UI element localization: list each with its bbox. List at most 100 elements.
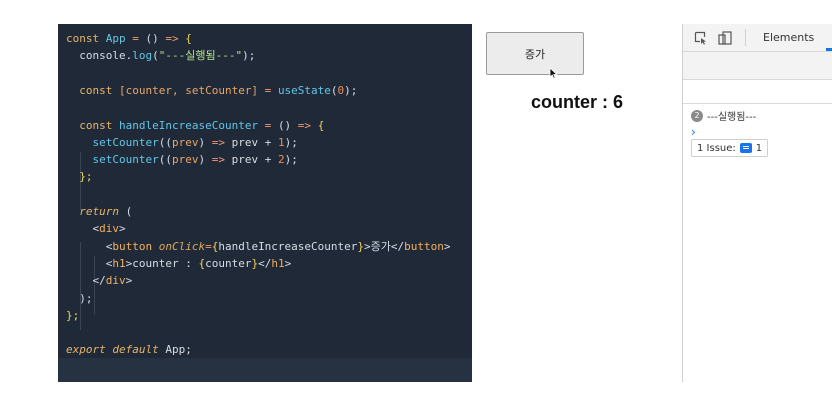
code-token: () — [145, 32, 159, 45]
code-token: button — [112, 239, 159, 253]
console-prompt-icon[interactable]: › — [691, 125, 696, 139]
screen-recording-frame: const App = () => { console.log("---실행됨-… — [58, 24, 832, 382]
code-token: ( — [330, 83, 338, 97]
mouse-cursor-icon — [549, 66, 558, 84]
code-token: { — [317, 118, 325, 132]
code-token: App — [165, 343, 186, 357]
code-token: > — [119, 222, 126, 236]
code-token: const — [66, 118, 119, 132]
code-token: > — [284, 256, 292, 270]
code-token: ); — [242, 49, 256, 63]
code-token: button — [404, 239, 444, 253]
issues-count: 1 — [755, 142, 763, 154]
code-editor[interactable]: const App = () => { console.log("---실행됨-… — [58, 24, 472, 382]
code-token: prev — [171, 135, 199, 149]
code-token: < — [66, 256, 113, 270]
code-line: export default App; — [66, 342, 192, 357]
code-line: </div> — [66, 273, 132, 288]
tab-elements[interactable]: Elements — [763, 31, 814, 44]
code-token: 1 — [277, 135, 285, 149]
code-token: prev + — [231, 153, 278, 167]
code-token: prev — [171, 153, 199, 167]
code-line: setCounter((prev) => prev + 2); — [66, 152, 298, 167]
browser-viewport: 증가 counter : 6 — [472, 24, 682, 382]
code-token: const — [66, 83, 119, 97]
inspect-element-icon[interactable] — [693, 30, 709, 46]
code-token: App — [105, 32, 126, 45]
code-line: return ( — [66, 204, 132, 219]
console-toolbar: top ▼ — [683, 52, 832, 102]
code-token: = — [258, 83, 278, 97]
devtools-tab-bar: Elements — [683, 24, 832, 52]
code-token: ); — [66, 291, 93, 305]
issues-button[interactable]: 1 Issue: 1 — [691, 139, 769, 157]
code-token: => — [205, 135, 232, 149]
toolbar-divider — [745, 29, 746, 46]
code-token: ; — [185, 343, 192, 357]
code-token: = — [125, 32, 146, 45]
code-token: (( — [158, 153, 172, 167]
code-token: useState — [277, 83, 331, 97]
code-token: handleIncreaseCounter — [218, 239, 358, 253]
editor-bottom-strip — [58, 358, 472, 382]
message-icon — [739, 143, 752, 153]
code-token: ); — [344, 83, 358, 97]
code-token: console — [66, 49, 126, 63]
code-token: < — [66, 222, 100, 236]
code-token: }; — [66, 308, 80, 322]
code-token: ); — [284, 135, 298, 149]
code-token: = — [258, 118, 278, 132]
code-line: <button onClick={handleIncreaseCounter}>… — [66, 239, 451, 254]
code-line: const handleIncreaseCounter = () => { — [66, 118, 324, 133]
code-token: h1 — [271, 256, 285, 270]
issues-bar: 1 Issue: 1 — [683, 80, 832, 157]
code-token: div — [99, 222, 119, 236]
code-line: setCounter((prev) => prev + 1); — [66, 135, 298, 150]
code-token: handleIncreaseCounter — [118, 118, 259, 132]
log-message: ---실행됨--- — [707, 112, 757, 123]
code-token: log — [132, 49, 153, 63]
issues-label: 1 Issue: — [697, 142, 736, 154]
code-token: >증가</ — [364, 239, 405, 253]
code-token: export default — [66, 343, 166, 357]
console-log-entry: 2 ---실행됨--- — [691, 108, 756, 123]
code-token: </ — [66, 274, 106, 288]
code-token: = — [205, 239, 212, 253]
code-token: counter — [205, 256, 252, 270]
device-toolbar-icon[interactable] — [717, 30, 733, 46]
code-token: h1 — [112, 256, 126, 270]
code-token: prev + — [231, 135, 278, 149]
code-line: }; — [66, 308, 79, 323]
code-token: setCounter — [66, 135, 159, 149]
code-token: => — [158, 32, 186, 45]
code-token: }; — [66, 170, 93, 184]
code-line: const [counter, setCounter] = useState(0… — [66, 83, 357, 98]
code-line: <div> — [66, 221, 126, 236]
code-line: }; — [66, 169, 93, 184]
increase-button[interactable]: 증가 — [486, 32, 584, 75]
code-line: const App = () => { — [66, 31, 192, 46]
code-token: div — [105, 274, 126, 288]
repeat-count-badge: 2 — [691, 109, 703, 122]
code-token: "---실행됨---" — [158, 49, 243, 63]
code-token: onClick — [158, 239, 206, 253]
code-line: <h1>counter : {counter}</h1> — [66, 256, 291, 271]
code-token: </ — [258, 256, 272, 270]
code-token: > — [443, 239, 451, 253]
code-line: console.log("---실행됨---"); — [66, 48, 255, 63]
code-token: const — [66, 32, 106, 45]
counter-heading: counter : 6 — [530, 92, 623, 112]
active-tab-indicator — [826, 48, 832, 51]
code-token: ); — [284, 153, 298, 167]
code-token: setCounter — [66, 153, 159, 167]
code-token: [counter, setCounter] — [118, 83, 259, 97]
code-token: ( — [152, 49, 159, 63]
code-token: > — [125, 274, 133, 288]
code-line: ); — [66, 291, 93, 306]
code-token: ( — [125, 205, 133, 218]
code-token: (( — [158, 135, 172, 149]
code-token: >counter : — [125, 256, 199, 270]
code-token: 2 — [277, 153, 285, 167]
code-token: { — [185, 32, 192, 45]
devtools-panel: Elements top ▼ — [682, 24, 832, 382]
